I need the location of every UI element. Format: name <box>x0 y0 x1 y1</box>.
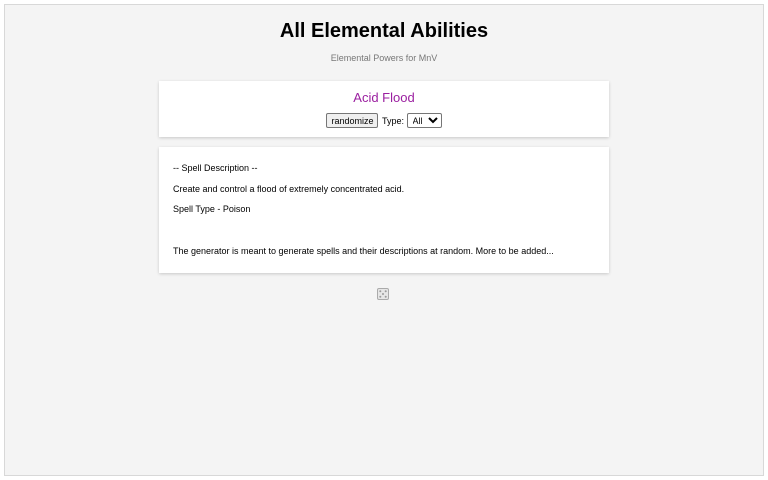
spell-name: Acid Flood <box>353 90 415 105</box>
spell-type: Spell Type - Poison <box>173 204 251 214</box>
description-card: -- Spell Description -- Create and contr… <box>159 147 609 273</box>
page-title: All Elemental Abilities <box>279 20 489 42</box>
dice-icon[interactable] <box>377 288 389 300</box>
type-label: Type: <box>382 115 405 126</box>
generator-controls: randomize Type: All <box>159 113 609 128</box>
page-frame: All Elemental Abilities Elemental Powers… <box>4 4 764 476</box>
generator-card: Acid Flood randomize Type: All <box>159 81 609 137</box>
type-select[interactable]: All <box>406 113 442 128</box>
randomize-button[interactable]: randomize <box>326 113 379 128</box>
description-text: Create and control a flood of extremely … <box>173 184 405 194</box>
description-heading: -- Spell Description -- <box>173 163 258 173</box>
page-subtitle: Elemental Powers for MnV <box>330 53 438 63</box>
generator-note: The generator is meant to generate spell… <box>173 246 554 256</box>
